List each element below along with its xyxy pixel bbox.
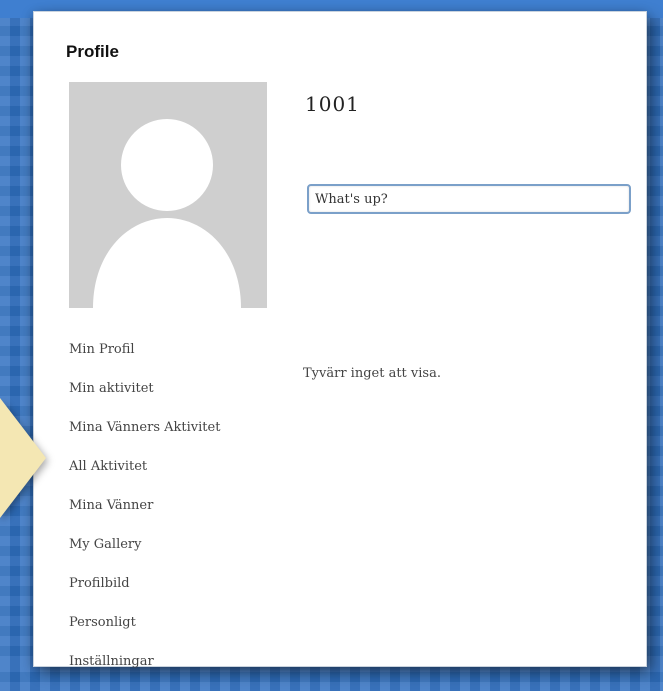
nav-item-personligt[interactable]: Personligt [69, 613, 220, 652]
profile-username: 1001 [305, 92, 360, 116]
default-avatar-icon[interactable] [69, 82, 267, 308]
nav-item-mina-vanner[interactable]: Mina Vänner [69, 496, 220, 535]
profile-nav: Min Profil Min aktivitet Mina Vänners Ak… [69, 340, 220, 691]
status-input[interactable] [307, 184, 631, 214]
nav-item-min-aktivitet[interactable]: Min aktivitet [69, 379, 220, 418]
nav-item-profilbild[interactable]: Profilbild [69, 574, 220, 613]
nav-item-my-gallery[interactable]: My Gallery [69, 535, 220, 574]
page-title: Profile [66, 42, 119, 61]
nav-item-all-aktivitet[interactable]: All Aktivitet [69, 457, 220, 496]
nav-item-min-profil[interactable]: Min Profil [69, 340, 220, 379]
callout-arrow [0, 398, 46, 518]
nav-item-mina-vanners-aktivitet[interactable]: Mina Vänners Aktivitet [69, 418, 220, 457]
nav-item-installningar[interactable]: Inställningar [69, 652, 220, 691]
empty-activity-message: Tyvärr inget att visa. [303, 366, 441, 381]
